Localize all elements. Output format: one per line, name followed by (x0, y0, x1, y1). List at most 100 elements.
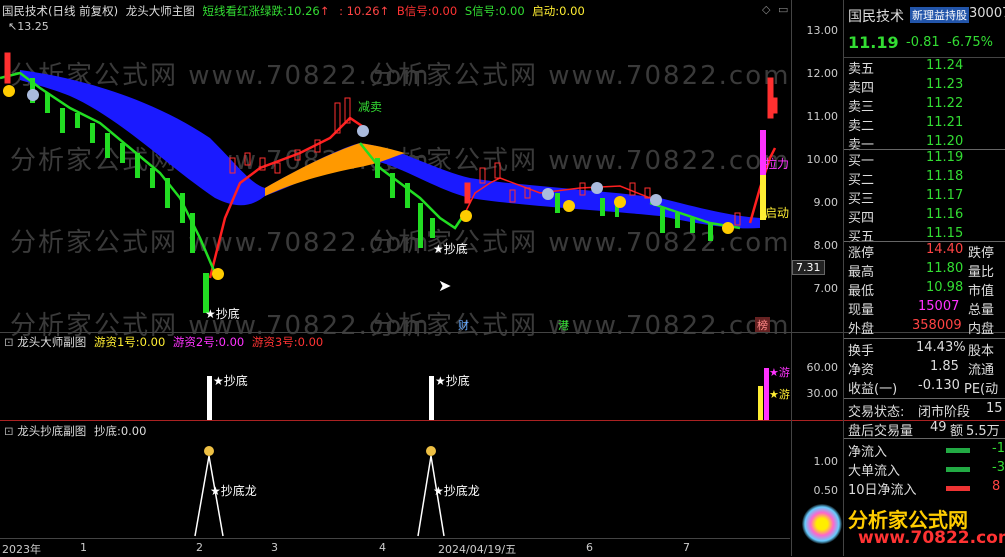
bid-row[interactable]: 买一 11.19 (846, 150, 1005, 169)
y1-value: 0.00 (139, 335, 166, 349)
logo-url: www.70822.com (858, 528, 1005, 548)
quote-panel: 国民技术 新理益持股 30007 11.19 -0.81 -6.75% 卖五11… (802, 0, 1005, 556)
flow-row: 大单流入 -3 (848, 460, 1005, 479)
pull-label: 拉力 (765, 157, 790, 171)
sub2-value-label: 抄底: (93, 424, 121, 438)
collapse-icon[interactable]: ▭ (778, 3, 788, 16)
signal-bar-yellow (758, 386, 763, 420)
sub2-value: 0.00 (120, 424, 147, 438)
sub1-label-b1: ★抄底 (213, 374, 248, 388)
mouse-cursor-icon: ➤ (438, 276, 452, 295)
y3-label: 游资3号: (251, 335, 298, 349)
sub1-collapse-icon[interactable]: ⊡ (4, 335, 14, 349)
bid-row[interactable]: 买四 11.16 (846, 207, 1005, 226)
y-tick: 9.00 (813, 196, 839, 209)
start-signal-label: 启动 (765, 206, 790, 220)
y-tick: 1.00 (813, 455, 839, 468)
stock-name[interactable]: 国民技术 (2, 4, 48, 18)
trade-status-row: 交易状态: 闭市阶段 15 (848, 401, 1003, 420)
main-chart-panel[interactable]: ↖13.25 减卖 ★抄底 ★抄底 拉力 启动 财 港 榜 ➤ (0, 18, 790, 333)
event-bang[interactable]: 榜 (755, 317, 770, 333)
stat-row: 涨停 14.40 跌停 (848, 242, 995, 261)
b-value: 0.00 (431, 4, 458, 18)
quote-pct: -6.75% (947, 35, 993, 50)
flows: 净流入 -1 大单流入 -3 10日净流入 8 (844, 438, 1005, 498)
ask-row[interactable]: 卖三 11.22 (846, 96, 1005, 115)
sub1-label-r2: ★游资 (769, 388, 790, 401)
asks: 卖五 11.24 卖四 11.23 卖三 11.22 卖二 11.21 卖一 11.20 (844, 57, 1005, 153)
x-tick: 4 (379, 541, 386, 554)
price-flag: 7.31 (792, 260, 825, 275)
stat-row: 最高 11.80 量比 (848, 261, 995, 280)
quote-price: 11.19 (848, 33, 899, 52)
ind2-value: : 10.26 (339, 4, 380, 18)
after-hours-row: 盘后交易量 49 额 5.5万 (848, 420, 1000, 439)
y-tick: 60.00 (806, 361, 839, 374)
sub2-svg (194, 446, 445, 537)
diamond-icon[interactable]: ◇ (762, 3, 770, 16)
y-tick: 0.50 (813, 484, 839, 497)
x-tick: 2023年 (2, 543, 41, 556)
stat-row: 收益(一) -0.130 PE(动 (848, 378, 999, 397)
flower-icon (802, 504, 842, 544)
y3-value: 0.00 (297, 335, 324, 349)
event-gang[interactable]: 港 (558, 317, 569, 333)
x-tick: 2024/04/19/五 (438, 543, 517, 556)
y2-label: 游资2号: (172, 335, 219, 349)
up-arrow-icon: ↑ (379, 4, 390, 18)
y-tick: 10.00 (806, 153, 839, 166)
start-label: 启动: (532, 4, 560, 18)
sub2-label-2: ★抄底龙 (433, 484, 480, 498)
sub1-y-axis: 60.00 30.00 (792, 350, 842, 420)
up-arrow-icon: ↑ (319, 4, 330, 18)
stat-row: 净资 1.85 流通 (848, 359, 995, 378)
chart-header: 国民技术(日线 前复权) 龙头大师主图 短线看红涨绿跌:10.26↑ : 10.… (2, 3, 585, 19)
y-tick: 12.00 (806, 67, 839, 80)
s-label: S信号: (464, 4, 500, 18)
main-y-axis: 13.00 12.00 11.00 10.00 9.00 8.00 7.00 7… (792, 18, 842, 333)
x-axis: 2023年 1 2 3 4 2024/04/19/五 6 7 (0, 538, 790, 557)
bottom-label-1: ★抄底 (205, 307, 240, 321)
y-tick: 30.00 (806, 387, 839, 400)
period-label[interactable]: (日线 前复权) (48, 4, 118, 18)
bid-row[interactable]: 买二 11.18 (846, 169, 1005, 188)
stat-row: 最低 10.98 市值 (848, 280, 995, 299)
quote-stock-name[interactable]: 国民技术 (848, 6, 904, 26)
sub1-panel[interactable]: ★抄底 ★抄底 ★游资 ★游资 (0, 350, 790, 420)
y-tick: 7.00 (813, 282, 839, 295)
flow-bar (946, 467, 970, 472)
bids: 买一 11.19 买二 11.18 买三 11.17 买四 11.16 买五 11.15 (844, 149, 1005, 245)
quote-change: -0.81 (906, 35, 940, 50)
indicator-name[interactable]: 龙头大师主图 (126, 4, 195, 18)
x-tick: 1 (80, 541, 87, 554)
y-tick: 8.00 (813, 239, 839, 252)
flow-row: 净流入 -1 (848, 441, 1005, 460)
reduce-label: 减卖 (358, 100, 383, 114)
stat-row: 外盘 358009 内盘 (848, 318, 995, 337)
event-cai[interactable]: 财 (458, 317, 469, 333)
signal-bar (429, 376, 434, 420)
ask-row[interactable]: 卖二 11.21 (846, 115, 1005, 134)
sub1-header: ⊡ 龙头大师副图 游资1号:0.00 游资2号:0.00 游资3号:0.00 (4, 334, 323, 350)
sub2-header: ⊡ 龙头抄底副图 抄底:0.00 (4, 423, 146, 439)
main-chart-svg[interactable] (0, 18, 790, 333)
sub1-title[interactable]: 龙头大师副图 (17, 335, 86, 349)
ind1-value: 10.26 (286, 4, 320, 18)
ask-row[interactable]: 卖五 11.24 (846, 58, 1005, 77)
flow-bar (946, 448, 970, 453)
axis-divider (791, 0, 792, 556)
stat-row: 现量 15007 总量 (848, 299, 995, 318)
sub2-panel[interactable]: ★抄底龙 ★抄底龙 (0, 438, 790, 538)
x-tick: 6 (586, 541, 593, 554)
money-bag-icon (204, 446, 214, 456)
quote-badge[interactable]: 新理益持股 (910, 7, 969, 23)
ask-row[interactable]: 卖四 11.23 (846, 77, 1005, 96)
x-tick: 3 (271, 541, 278, 554)
bid-row[interactable]: 买三 11.17 (846, 188, 1005, 207)
sub2-title[interactable]: 龙头抄底副图 (17, 424, 86, 438)
sub1-label-b2: ★抄底 (435, 374, 470, 388)
sub2-collapse-icon[interactable]: ⊡ (4, 424, 14, 438)
bottom-label-2: ★抄底 (433, 242, 468, 256)
flow-bar (946, 486, 970, 491)
flow-row: 10日净流入 8 (848, 479, 1001, 498)
